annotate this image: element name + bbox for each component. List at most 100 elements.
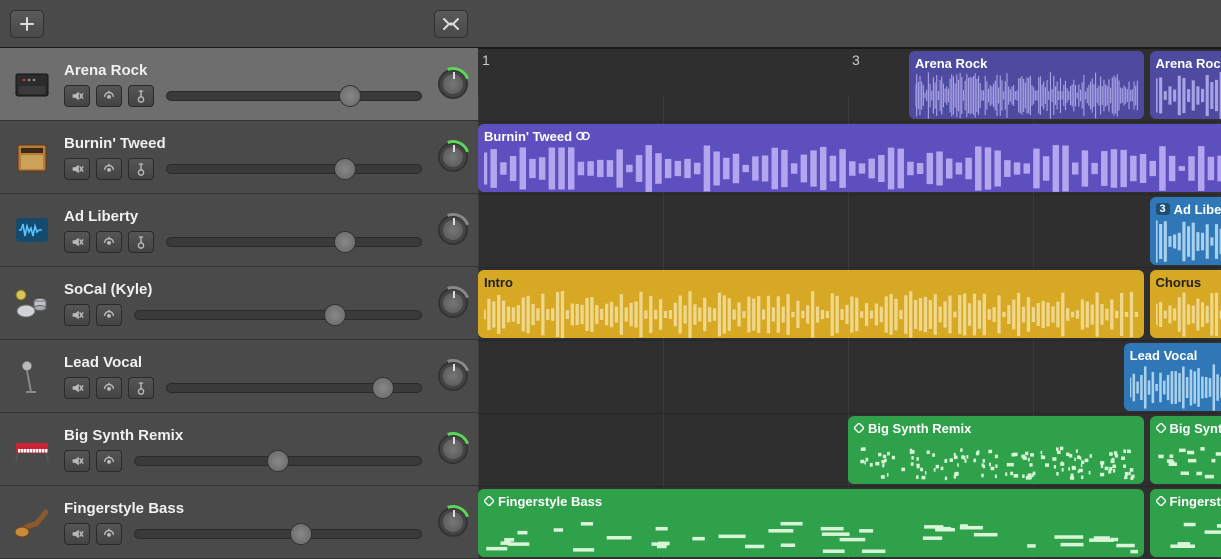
track-name: Lead Vocal — [64, 354, 428, 371]
region-label: Chorus — [1156, 275, 1202, 290]
diamond-icon — [1156, 496, 1166, 506]
pan-knob[interactable] — [438, 361, 468, 391]
volume-thumb[interactable] — [372, 377, 394, 399]
pan-knob[interactable] — [438, 288, 468, 318]
track-header-socal-kyle[interactable]: SoCal (Kyle) — [0, 267, 478, 340]
solo-button[interactable] — [96, 523, 122, 545]
solo-button[interactable] — [96, 450, 122, 472]
track-lane-burnin-tweed[interactable]: Burnin' Tweed — [478, 122, 1221, 195]
rec-button[interactable] — [128, 85, 154, 107]
volume-slider[interactable] — [134, 310, 422, 320]
region-label: Lead Vocal — [1130, 348, 1198, 363]
region[interactable]: Big Synth Remix — [1150, 416, 1221, 484]
mute-button[interactable] — [64, 85, 90, 107]
mute-button[interactable] — [64, 450, 90, 472]
volume-thumb[interactable] — [339, 85, 361, 107]
add-track-button[interactable] — [10, 10, 44, 38]
filter-button[interactable] — [434, 10, 468, 38]
region[interactable]: Chorus — [1150, 270, 1221, 338]
snap-icon — [441, 17, 461, 31]
solo-button[interactable] — [96, 377, 122, 399]
solo-button[interactable] — [96, 158, 122, 180]
pan-knob[interactable] — [438, 142, 468, 172]
cab-icon — [10, 135, 54, 179]
track-header-big-synth[interactable]: Big Synth Remix — [0, 413, 478, 486]
solo-button[interactable] — [96, 304, 122, 326]
track-lane-socal-kyle[interactable]: Intro Chorus — [478, 268, 1221, 341]
track-header-arena-rock[interactable]: Arena Rock — [0, 48, 478, 121]
volume-thumb[interactable] — [334, 231, 356, 253]
track-name: Big Synth Remix — [64, 427, 428, 444]
region-label: Burnin' Tweed — [484, 129, 572, 144]
volume-thumb[interactable] — [267, 450, 289, 472]
diamond-icon — [854, 423, 864, 433]
region-label: Fingerstyle Bass — [1170, 494, 1221, 509]
track-header-lead-vocal[interactable]: Lead Vocal — [0, 340, 478, 413]
mute-button[interactable] — [64, 231, 90, 253]
rec-button[interactable] — [128, 231, 154, 253]
diamond-icon — [484, 496, 494, 506]
rec-button[interactable] — [128, 377, 154, 399]
volume-slider[interactable] — [134, 529, 422, 539]
track-lane-fingerstyle-bass[interactable]: Fingerstyle Bass Fingerstyle Bass — [478, 487, 1221, 559]
region[interactable]: Big Synth Remix — [848, 416, 1144, 484]
midi-content — [484, 510, 1138, 557]
mute-button[interactable] — [64, 377, 90, 399]
region[interactable]: Arena Rock #01.2 — [1150, 51, 1221, 119]
pan-knob[interactable] — [438, 434, 468, 464]
diamond-icon — [1156, 423, 1166, 433]
volume-thumb[interactable] — [290, 523, 312, 545]
timeline-area[interactable]: 1357 Arena RockArena Rock #01.2Burnin' T… — [478, 48, 1221, 559]
volume-slider[interactable] — [166, 383, 422, 393]
volume-thumb[interactable] — [334, 158, 356, 180]
solo-button[interactable] — [96, 231, 122, 253]
midi-content — [1156, 510, 1221, 557]
wave-icon — [10, 208, 54, 252]
waveform — [1156, 218, 1221, 265]
mute-button[interactable] — [64, 304, 90, 326]
region-label: Big Synth Remix — [868, 421, 971, 436]
track-lane-lead-vocal[interactable]: Lead VocalLead — [478, 341, 1221, 414]
bass-icon — [10, 500, 54, 544]
volume-slider[interactable] — [166, 164, 422, 174]
toolbar — [0, 0, 1221, 48]
track-name: SoCal (Kyle) — [64, 281, 428, 298]
region[interactable]: Fingerstyle Bass — [1150, 489, 1221, 557]
region-label: Big Synth Remix — [1170, 421, 1221, 436]
region[interactable]: Fingerstyle Bass — [478, 489, 1144, 557]
rec-button[interactable] — [128, 158, 154, 180]
track-name: Fingerstyle Bass — [64, 500, 428, 517]
track-lane-arena-rock[interactable]: Arena Rock Arena Rock #01.2 — [478, 49, 1221, 122]
mute-button[interactable] — [64, 158, 90, 180]
region[interactable]: Arena Rock — [909, 51, 1144, 119]
waveform — [1156, 291, 1221, 338]
volume-slider[interactable] — [166, 91, 422, 101]
mute-button[interactable] — [64, 523, 90, 545]
region-label: Ad Liberty: Prise 3 (3 prises) — [1174, 202, 1221, 217]
region[interactable]: Burnin' Tweed — [478, 124, 1221, 192]
solo-button[interactable] — [96, 85, 122, 107]
waveform — [1156, 72, 1221, 119]
volume-slider[interactable] — [134, 456, 422, 466]
pan-knob[interactable] — [438, 69, 468, 99]
track-header-panel: Arena Rock Burnin' TweedAd Liberty SoCal (… — [0, 48, 478, 559]
mic-icon — [10, 354, 54, 398]
pan-knob[interactable] — [438, 215, 468, 245]
loop-icon — [576, 130, 590, 142]
pan-knob[interactable] — [438, 507, 468, 537]
track-header-burnin-tweed[interactable]: Burnin' Tweed — [0, 121, 478, 194]
waveform — [915, 72, 1138, 119]
volume-thumb[interactable] — [324, 304, 346, 326]
region-label: Arena Rock — [915, 56, 987, 71]
track-name: Arena Rock — [64, 62, 428, 79]
track-header-fingerstyle-bass[interactable]: Fingerstyle Bass — [0, 486, 478, 559]
track-lane-ad-liberty[interactable]: 3Ad Liberty: Prise 3 (3 prises) — [478, 195, 1221, 268]
region[interactable]: Intro — [478, 270, 1144, 338]
region[interactable]: Lead Vocal — [1124, 343, 1221, 411]
region[interactable]: 3Ad Liberty: Prise 3 (3 prises) — [1150, 197, 1221, 265]
track-lane-big-synth[interactable]: Big Synth Remix Big Synth Remix — [478, 414, 1221, 487]
volume-slider[interactable] — [166, 237, 422, 247]
keys-icon — [10, 427, 54, 471]
amp-icon — [10, 62, 54, 106]
track-header-ad-liberty[interactable]: Ad Liberty — [0, 194, 478, 267]
